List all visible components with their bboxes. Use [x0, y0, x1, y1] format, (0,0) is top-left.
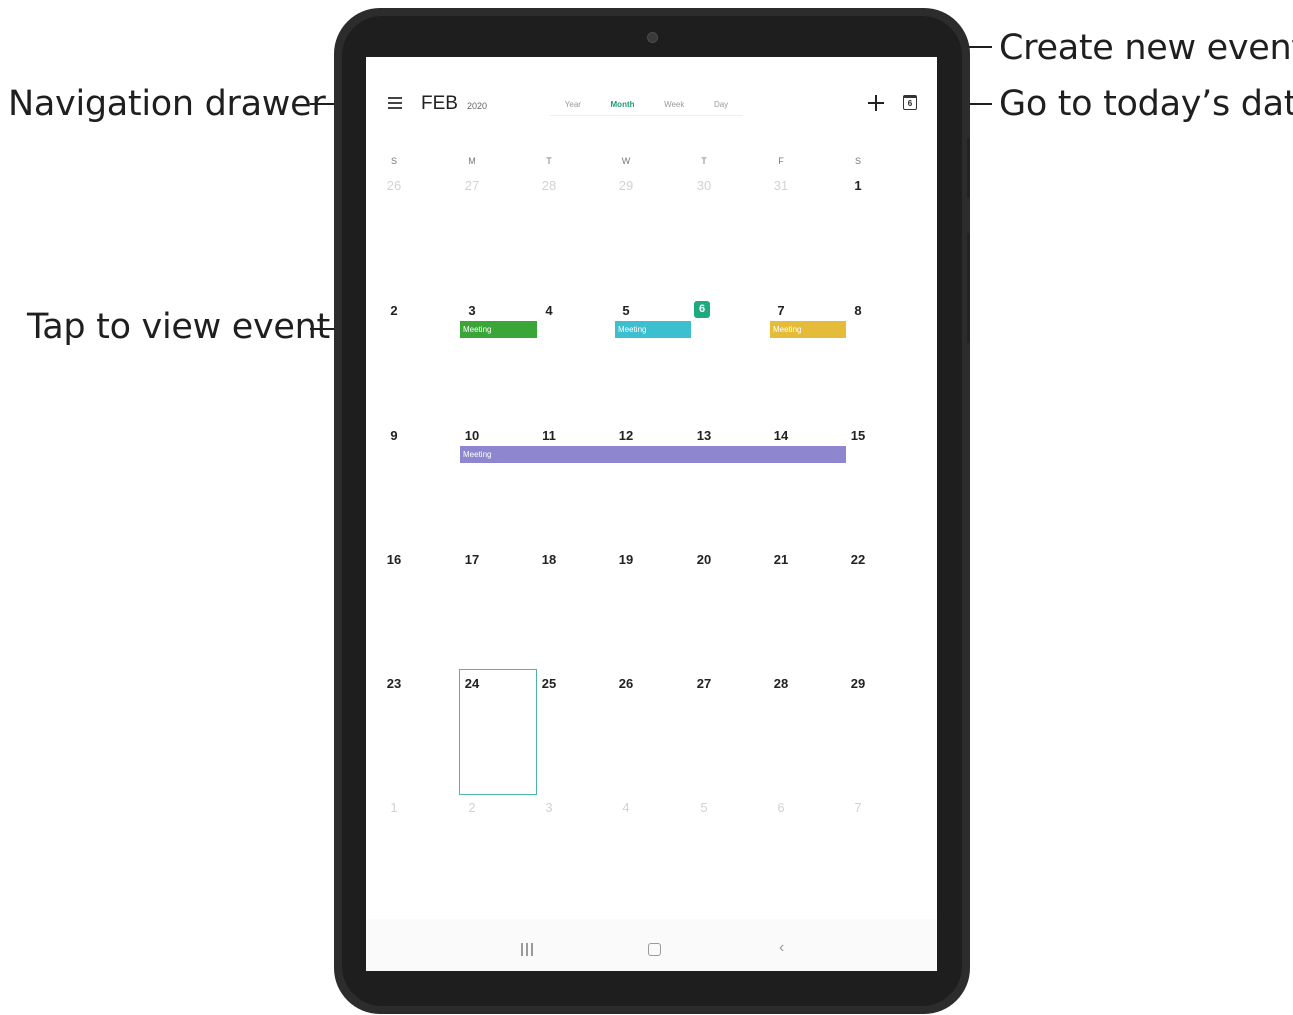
calendar-screen: FEB 2020 Year Month Week Day 6 S M T W T… [366, 57, 937, 971]
day-cell[interactable]: 2 [374, 303, 414, 318]
day-cell[interactable]: 10 [452, 428, 492, 443]
day-cell[interactable]: 31 [761, 178, 801, 193]
tab-day[interactable]: Day [714, 100, 728, 109]
day-cell[interactable]: 2 [452, 800, 492, 815]
day-cell[interactable]: 7 [838, 800, 878, 815]
day-cell[interactable]: 1 [838, 178, 878, 193]
day-cell[interactable]: 28 [761, 676, 801, 691]
year-label: 2020 [467, 101, 488, 111]
event-meeting[interactable]: Meeting [460, 446, 846, 463]
day-cell[interactable]: 11 [529, 428, 569, 443]
event-meeting[interactable]: Meeting [615, 321, 691, 338]
home-icon[interactable] [648, 943, 661, 956]
weekday-wednesday: W [621, 156, 631, 166]
day-cell[interactable]: 13 [684, 428, 724, 443]
day-cell[interactable]: 17 [452, 552, 492, 567]
day-cell[interactable]: 4 [606, 800, 646, 815]
day-cell[interactable]: 16 [374, 552, 414, 567]
weekday-tuesday: T [546, 156, 552, 166]
day-cell[interactable]: 24 [452, 676, 492, 691]
day-cell[interactable]: 5 [684, 800, 724, 815]
calendar-header: FEB 2020 Year Month Week Day 6 [366, 57, 937, 143]
day-cell[interactable]: 28 [529, 178, 569, 193]
back-icon[interactable]: ‹ [779, 939, 784, 957]
day-cell[interactable]: 29 [838, 676, 878, 691]
day-cell[interactable]: 30 [684, 178, 724, 193]
add-event-icon[interactable] [866, 93, 886, 113]
weekday-thursday: T [701, 156, 707, 166]
month-label[interactable]: FEB [421, 93, 458, 115]
day-cell[interactable]: 3 [452, 303, 492, 318]
recents-icon[interactable] [521, 943, 533, 956]
callout-tap-to-view-event: Tap to view event [27, 307, 330, 347]
day-cell[interactable]: 22 [838, 552, 878, 567]
callout-navigation-drawer: Navigation drawer [8, 84, 326, 124]
callout-go-to-today: Go to today’s date [999, 84, 1293, 124]
tab-week[interactable]: Week [664, 100, 684, 109]
weekday-saturday: S [854, 156, 861, 166]
tab-month[interactable]: Month [611, 100, 635, 109]
day-cell[interactable]: 6 [761, 800, 801, 815]
weekday-monday: M [468, 156, 476, 166]
view-tabs: Year Month Week Day [550, 93, 743, 116]
day-cell[interactable]: 25 [529, 676, 569, 691]
day-cell[interactable]: 20 [684, 552, 724, 567]
day-cell[interactable]: 9 [374, 428, 414, 443]
day-cell[interactable]: 3 [529, 800, 569, 815]
tab-year[interactable]: Year [565, 100, 581, 109]
day-cell[interactable]: 29 [606, 178, 646, 193]
day-cell[interactable]: 18 [529, 552, 569, 567]
day-cell[interactable]: 14 [761, 428, 801, 443]
day-cell[interactable]: 12 [606, 428, 646, 443]
event-meeting[interactable]: Meeting [460, 321, 537, 338]
day-cell[interactable]: 7 [761, 303, 801, 318]
today-badge[interactable]: 6 [694, 301, 710, 318]
weekday-friday: F [778, 156, 784, 166]
day-cell[interactable]: 15 [838, 428, 878, 443]
day-cell[interactable]: 27 [452, 178, 492, 193]
day-cell[interactable]: 27 [684, 676, 724, 691]
weekday-sunday: S [390, 156, 397, 166]
day-cell[interactable]: 4 [529, 303, 569, 318]
day-cell[interactable]: 21 [761, 552, 801, 567]
day-cell[interactable]: 5 [606, 303, 646, 318]
camera-icon [647, 32, 658, 43]
menu-icon[interactable] [388, 97, 402, 109]
day-cell[interactable]: 26 [606, 676, 646, 691]
today-icon[interactable]: 6 [903, 95, 917, 110]
system-nav-bar: ‹ [366, 919, 937, 971]
day-cell[interactable]: 19 [606, 552, 646, 567]
side-button [967, 138, 970, 198]
event-meeting[interactable]: Meeting [770, 321, 846, 338]
day-cell[interactable]: 1 [374, 800, 414, 815]
callout-create-new-event: Create new event [999, 28, 1293, 68]
day-cell[interactable]: 23 [374, 676, 414, 691]
day-cell[interactable]: 8 [838, 303, 878, 318]
day-cell[interactable]: 26 [374, 178, 414, 193]
volume-button [967, 233, 970, 343]
